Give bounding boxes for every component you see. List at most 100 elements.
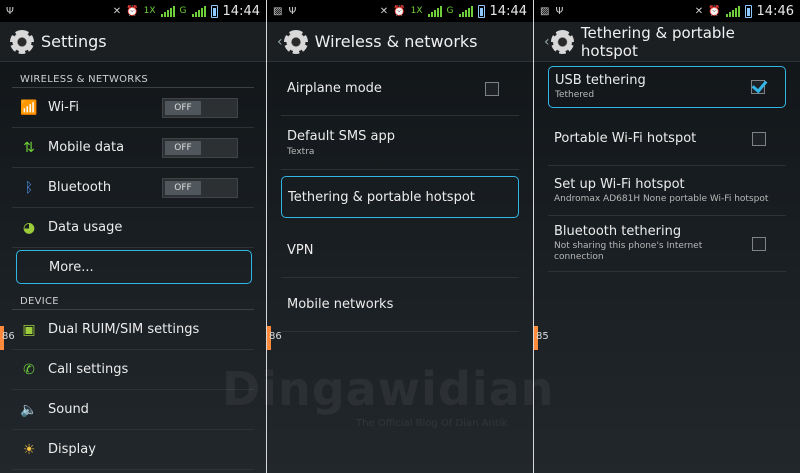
item-label: Set up Wi-Fi hotspot — [554, 176, 685, 192]
bluetooth-tethering-checkbox[interactable] — [752, 236, 766, 251]
settings-item-label: Mobile data — [48, 140, 125, 155]
wifi-toggle[interactable]: OFF — [162, 97, 238, 118]
usb-icon: Ψ — [288, 5, 297, 17]
settings-item-label: Sound — [48, 402, 89, 417]
list-item-mobile-networks[interactable]: Mobile networks — [281, 278, 519, 332]
image-icon: ▨ — [540, 5, 550, 17]
signal-icon — [191, 5, 206, 17]
settings-item-display[interactable]: ☀ Display — [12, 430, 254, 470]
settings-item-data-usage[interactable]: ◕ Data usage — [12, 208, 254, 248]
data-transfer-icon: ⇅ — [23, 139, 35, 156]
wireless-list: Airplane mode Default SMS app Textra Tet… — [267, 62, 533, 332]
network-type-1x: 1X — [410, 6, 423, 16]
signal-icon — [458, 5, 473, 17]
portable-hotspot-checkbox[interactable] — [752, 131, 766, 146]
list-item-portable-hotspot[interactable]: Portable Wi-Fi hotspot — [548, 112, 786, 166]
network-type-g: G — [179, 6, 187, 16]
action-bar[interactable]: ‹ Tethering & portable hotspot — [534, 22, 800, 62]
settings-item-label: Bluetooth — [48, 180, 112, 195]
bluetooth-icon: ᛒ — [24, 179, 34, 196]
item-label: Portable Wi-Fi hotspot — [554, 131, 697, 146]
toggle-state: OFF — [165, 140, 201, 155]
usb-icon: Ψ — [6, 5, 14, 17]
list-item-usb-tethering[interactable]: USB tethering Tethered — [548, 66, 786, 108]
settings-gear-icon — [550, 29, 574, 54]
tethering-screen: ▨ Ψ ✕ ⏰ 14:46 ‹ Tethering & portable hot… — [534, 0, 800, 473]
item-label: Default SMS app — [287, 128, 395, 144]
airplane-mode-checkbox[interactable] — [485, 81, 499, 96]
settings-item-label: More... — [49, 259, 94, 275]
settings-gear-icon — [10, 29, 34, 54]
toggle-state: OFF — [165, 100, 201, 115]
network-type-g: G — [446, 6, 454, 16]
item-label: Tethering & portable hotspot — [288, 189, 475, 205]
alarm-icon: ⏰ — [126, 5, 139, 17]
item-summary: Tethered — [555, 90, 595, 100]
list-item-tethering[interactable]: Tethering & portable hotspot — [281, 176, 519, 218]
list-item-default-sms[interactable]: Default SMS app Textra — [281, 116, 519, 170]
back-caret-icon[interactable]: ‹ — [544, 34, 550, 50]
page-title: Wireless & networks — [314, 32, 478, 51]
settings-item-bluetooth[interactable]: ᛒ Bluetooth OFF — [12, 168, 254, 208]
section-header-device: DEVICE — [12, 284, 254, 310]
list-item-airplane-mode[interactable]: Airplane mode — [281, 62, 519, 116]
list-item-vpn[interactable]: VPN — [281, 224, 519, 278]
speaker-icon: 🔈 — [20, 401, 38, 418]
settings-gear-icon — [283, 29, 308, 54]
item-summary: Andromax AD681H None portable Wi-Fi hots… — [554, 193, 769, 204]
network-type-1x: 1X — [143, 6, 156, 16]
usb-icon: Ψ — [555, 5, 564, 17]
image-icon: ▨ — [273, 5, 283, 17]
settings-screen: Ψ ✕ ⏰ 1X G 14:44 Settings WIRELESS & NET… — [0, 0, 266, 473]
item-label: VPN — [287, 243, 314, 258]
sim-card-icon: ▣ — [22, 321, 36, 338]
section-header-wireless: WIRELESS & NETWORKS — [12, 62, 254, 88]
settings-item-more[interactable]: More... — [16, 250, 252, 284]
item-label: USB tethering — [555, 73, 646, 88]
settings-item-dual-sim[interactable]: ▣ Dual RUIM/SIM settings — [12, 310, 254, 350]
item-summary: Not sharing this phone's Internet connec… — [554, 241, 703, 262]
edge-number: 85 — [536, 331, 549, 342]
status-bar: ▨ Ψ ✕ ⏰ 1X G 14:44 — [267, 0, 533, 22]
list-item-setup-hotspot[interactable]: Set up Wi-Fi hotspot Andromax AD681H Non… — [548, 166, 786, 216]
usb-tethering-checkbox[interactable] — [751, 80, 765, 94]
phone-icon: ✆ — [23, 361, 35, 378]
settings-item-mobile-data[interactable]: ⇅ Mobile data OFF — [12, 128, 254, 168]
item-label: Mobile networks — [287, 297, 394, 312]
settings-item-label: Display — [48, 442, 96, 457]
signal-icon — [725, 5, 740, 17]
wireless-networks-screen: ▨ Ψ ✕ ⏰ 1X G 14:44 ‹ Wireless & networks… — [266, 0, 534, 473]
item-label: Bluetooth tethering — [554, 224, 682, 239]
screens-container: Ψ ✕ ⏰ 1X G 14:44 Settings WIRELESS & NET… — [0, 0, 800, 473]
mute-icon: ✕ — [379, 5, 389, 17]
page-title: Settings — [41, 32, 107, 51]
settings-item-call[interactable]: ✆ Call settings — [12, 350, 254, 390]
status-bar: Ψ ✕ ⏰ 1X G 14:44 — [0, 0, 266, 22]
action-bar[interactable]: ‹ Wireless & networks — [267, 22, 533, 62]
brightness-icon: ☀ — [22, 441, 36, 458]
clock: 14:46 — [756, 3, 794, 19]
bluetooth-toggle[interactable]: OFF — [162, 177, 238, 198]
item-summary: Textra — [287, 146, 315, 157]
mobile-data-toggle[interactable]: OFF — [162, 137, 238, 158]
back-caret-icon[interactable]: ‹ — [277, 34, 283, 50]
settings-item-sound[interactable]: 🔈 Sound — [12, 390, 254, 430]
edge-number: 86 — [269, 331, 282, 342]
battery-icon — [744, 4, 752, 18]
battery-icon — [210, 4, 218, 18]
settings-item-label: Wi-Fi — [48, 100, 80, 115]
wifi-icon: 📶 — [20, 99, 38, 116]
signal-icon — [427, 5, 442, 17]
settings-item-label: Data usage — [48, 220, 123, 235]
clock: 14:44 — [489, 3, 527, 19]
mute-icon: ✕ — [694, 5, 704, 17]
settings-item-label: Dual RUIM/SIM settings — [48, 322, 200, 337]
signal-icon — [160, 5, 175, 17]
action-bar: Settings — [0, 22, 266, 62]
toggle-state: OFF — [165, 180, 201, 195]
battery-icon — [477, 4, 485, 18]
settings-item-wifi[interactable]: 📶 Wi-Fi OFF — [12, 88, 254, 128]
mute-icon: ✕ — [112, 5, 122, 17]
alarm-icon: ⏰ — [393, 5, 406, 17]
list-item-bluetooth-tethering[interactable]: Bluetooth tethering Not sharing this pho… — [548, 216, 786, 272]
